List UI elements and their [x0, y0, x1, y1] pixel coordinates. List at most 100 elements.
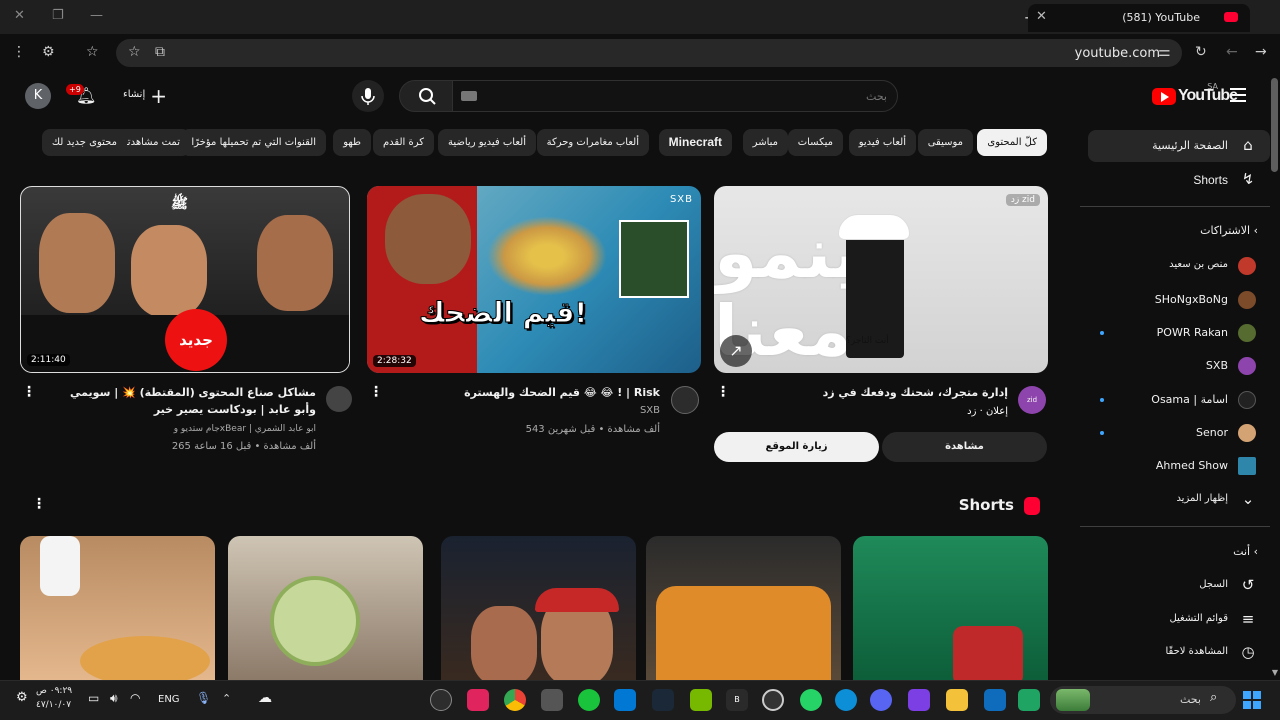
sidebar-sub-3[interactable]: POWR Rakan: [1088, 317, 1270, 349]
sxb-title[interactable]: قيم الضحك والهسترة 😂 😂 ! | Risk: [380, 384, 660, 401]
chip-sports-games[interactable]: ألعاب فيديو رياضية: [438, 129, 536, 156]
battery-icon[interactable]: ▭: [88, 691, 99, 705]
scroll-down-arrow-icon[interactable]: ▼: [1272, 668, 1278, 677]
chip-minecraft[interactable]: Minecraft: [658, 129, 732, 156]
podcast-channel-avatar[interactable]: [326, 386, 352, 412]
nvidia-icon[interactable]: [690, 689, 712, 711]
sidebar-sub-4[interactable]: SXB: [1088, 350, 1270, 382]
close-window-icon[interactable]: ✕: [14, 8, 25, 23]
weather-cloud-icon[interactable]: ☁: [258, 690, 272, 706]
external-link-icon[interactable]: ↗: [720, 335, 752, 367]
menu-kebab-icon[interactable]: ⋮: [12, 44, 26, 60]
site-settings-icon[interactable]: ⚌: [1158, 44, 1171, 60]
sidebar-sub-5[interactable]: Osama | اسامة: [1088, 384, 1270, 416]
chip-action-adventure[interactable]: ألعاب مغامرات وحركة: [536, 129, 649, 156]
taskbar-app-icon-2[interactable]: [984, 689, 1006, 711]
chip-new-to-you[interactable]: محتوى جديد لك: [41, 129, 127, 156]
browser-tab[interactable]: ✕ (581) YouTube: [1028, 4, 1250, 32]
podcast-channel[interactable]: جام ستديو وxBear | ابو عابد الشمري: [174, 424, 316, 434]
cast-icon[interactable]: ⧉: [155, 44, 165, 60]
clock-date[interactable]: ٤٧/١٠/٠٧: [36, 700, 71, 710]
short-1[interactable]: [853, 536, 1048, 686]
taskbar-app-icon-1[interactable]: [1018, 689, 1040, 711]
bookmark-star-icon[interactable]: ☆: [86, 44, 99, 60]
sidebar-sub-6[interactable]: Senor: [1088, 417, 1270, 449]
bookmark-page-icon[interactable]: ☆: [128, 44, 141, 60]
minimize-window-icon[interactable]: —: [90, 8, 103, 23]
youtube-logo[interactable]: YouTube: [1152, 86, 1238, 108]
taskbar-app-icon-9[interactable]: [467, 689, 489, 711]
create-button[interactable]: + إنشاء: [113, 82, 173, 110]
sidebar-item-watch-later[interactable]: ◷ المشاهدة لاحقًا: [1088, 637, 1270, 669]
language-indicator[interactable]: ENG: [158, 694, 180, 705]
chip-video-games[interactable]: ألعاب فيديو: [848, 129, 916, 156]
ad-visit-site-button[interactable]: زيارة الموقع: [714, 432, 879, 462]
ad-menu-icon[interactable]: ⋮: [716, 384, 730, 400]
chip-recently-uploaded[interactable]: القنوات التي تم تحميلها مؤخرًا: [181, 129, 326, 156]
discord-icon[interactable]: [870, 689, 892, 711]
file-explorer-icon[interactable]: [946, 689, 968, 711]
taskbar-app-icon-5[interactable]: [762, 689, 784, 711]
microphone-tray-icon[interactable]: 🎙︎: [196, 691, 211, 705]
taskbar-app-icon-10[interactable]: [430, 689, 452, 711]
chip-all[interactable]: كلّ المحتوى: [977, 129, 1047, 156]
sxb-thumbnail[interactable]: SXB قيم الضحك! 2:28:32: [367, 186, 701, 373]
taskbar-app-icon-4[interactable]: [800, 689, 822, 711]
sidebar-sub-1[interactable]: منص بن سعيد: [1088, 250, 1270, 282]
chip-music[interactable]: موسيقى: [917, 129, 973, 156]
edge-icon[interactable]: [835, 689, 857, 711]
sidebar-sub-2[interactable]: SHoNgxBoNg: [1088, 284, 1270, 316]
start-button[interactable]: [1238, 686, 1266, 714]
ad-title[interactable]: إدارة متجرك، شحنك ودفعك في زد: [708, 384, 1008, 401]
short-5[interactable]: [20, 536, 215, 686]
reload-icon[interactable]: ↻: [1195, 44, 1207, 60]
back-icon[interactable]: →: [1255, 44, 1267, 60]
taskbar-app-icon-6[interactable]: B: [726, 689, 748, 711]
chip-cooking[interactable]: طهو: [333, 129, 371, 156]
address-bar[interactable]: [116, 39, 1182, 67]
taskbar-app-icon-7[interactable]: [578, 689, 600, 711]
settings-gear-icon[interactable]: ⚙: [16, 690, 28, 705]
weather-widget-icon[interactable]: [1056, 689, 1090, 711]
forward-icon[interactable]: ←: [1226, 44, 1238, 60]
chip-mixes[interactable]: ميكسات: [787, 129, 843, 156]
shorts-menu-icon[interactable]: ⋮: [32, 496, 46, 512]
steam-icon[interactable]: [652, 689, 674, 711]
chrome-icon[interactable]: [504, 689, 526, 711]
short-2[interactable]: [646, 536, 841, 686]
short-4[interactable]: [228, 536, 423, 686]
url-text[interactable]: youtube.com: [1075, 46, 1160, 61]
sidebar-sub-7[interactable]: Ahmed Show: [1088, 450, 1270, 482]
sxb-channel[interactable]: SXB: [640, 405, 660, 416]
restore-window-icon[interactable]: ❐: [52, 8, 64, 23]
account-avatar[interactable]: K: [25, 83, 51, 109]
search-input[interactable]: [507, 87, 887, 105]
page-scrollbar[interactable]: [1271, 78, 1278, 172]
podcast-menu-icon[interactable]: ⋮: [22, 384, 36, 400]
sidebar-item-history[interactable]: ↺ السجل: [1088, 570, 1270, 602]
sidebar-item-home[interactable]: ⌂ الصفحة الرئيسية: [1088, 130, 1270, 162]
sidebar-item-shorts[interactable]: ↯ Shorts: [1088, 164, 1270, 196]
you-header[interactable]: أنت ‹: [1233, 545, 1258, 558]
extension-icon[interactable]: ⚙: [42, 44, 55, 60]
store-icon[interactable]: [614, 689, 636, 711]
voice-search-button[interactable]: [352, 80, 384, 112]
chip-live[interactable]: مباشر: [742, 129, 788, 156]
keyboard-icon[interactable]: [461, 91, 477, 101]
sidebar-show-more[interactable]: ⌄ إظهار المزيد: [1088, 484, 1270, 516]
sxb-channel-avatar[interactable]: [671, 386, 699, 414]
sxb-menu-icon[interactable]: ⋮: [369, 384, 383, 400]
subscriptions-header[interactable]: الاشتراكات ‹: [1200, 224, 1258, 237]
volume-icon[interactable]: 🔊︎: [110, 691, 118, 706]
taskbar-app-icon-3[interactable]: [908, 689, 930, 711]
chip-football[interactable]: كرة القدم: [372, 129, 434, 156]
short-3[interactable]: [441, 536, 636, 686]
search-box[interactable]: [452, 80, 898, 112]
tab-close-icon[interactable]: ✕: [1036, 9, 1047, 24]
clock-time[interactable]: ٠٩:٢٩ ص: [36, 686, 72, 696]
ad-thumbnail[interactable]: ينمو معنا أنت التاجر؟ زد zid ↗: [714, 186, 1048, 373]
sidebar-item-playlists[interactable]: ≡ قوائم التشغيل: [1088, 604, 1270, 636]
podcast-thumbnail[interactable]: ﷺ جديد 2:11:40: [20, 186, 350, 373]
show-hidden-icons-icon[interactable]: ⌃: [222, 692, 231, 705]
taskbar-app-icon-8[interactable]: [541, 689, 563, 711]
